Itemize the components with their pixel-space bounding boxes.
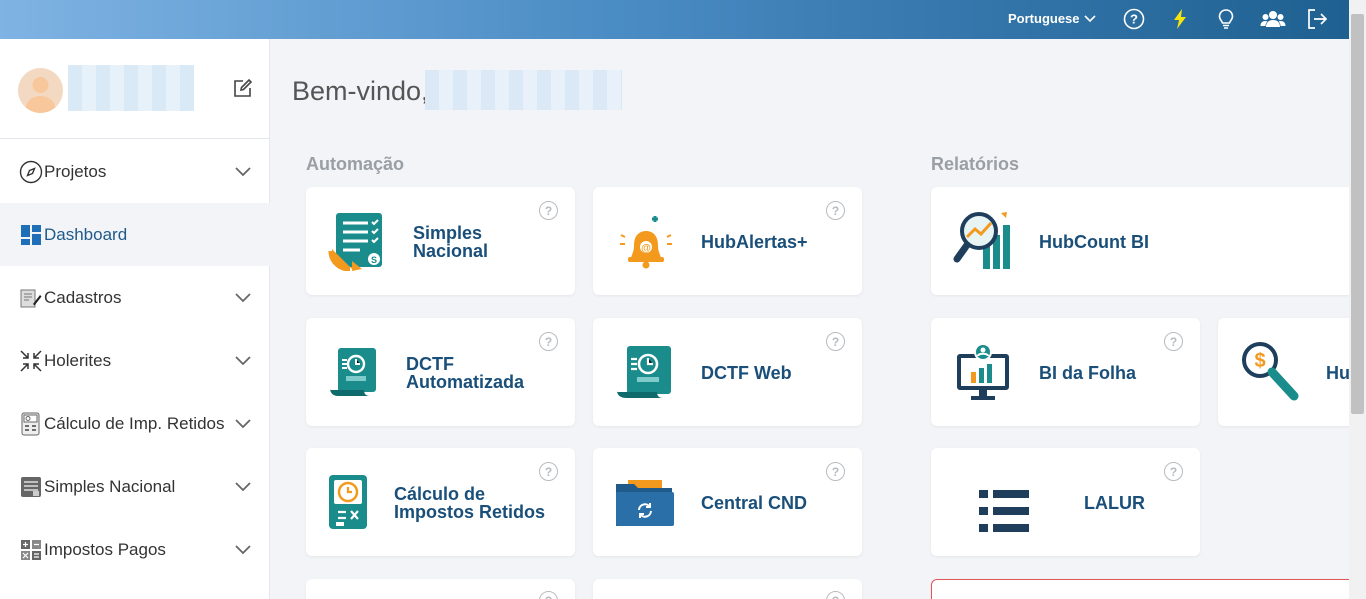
card-partial[interactable]: ? <box>306 579 575 599</box>
chevron-down-icon <box>235 166 251 176</box>
chevron-down-icon <box>235 544 251 554</box>
list-icon <box>979 490 1031 537</box>
checklist-icon: S <box>328 211 388 276</box>
card-label: HubCount BI <box>1039 232 1149 252</box>
scroll-document-icon <box>615 344 675 405</box>
help-icon[interactable]: ? <box>826 462 845 481</box>
card-partial-alert[interactable] <box>931 579 1361 599</box>
card-lalur[interactable]: ? LALUR <box>931 448 1200 556</box>
page-title: Bem-vindo, <box>292 76 429 106</box>
calculator-clock-icon <box>328 474 368 537</box>
card-hub-partial[interactable]: $ Hu <box>1218 318 1361 426</box>
card-calculo-impostos-retidos[interactable]: ? Cálculo de Impostos Retidos <box>306 448 575 556</box>
card-label: Simples Nacional <box>413 223 489 261</box>
help-icon[interactable]: ? <box>1164 332 1183 351</box>
calculator-icon <box>19 538 43 562</box>
chevron-down-icon <box>1083 14 1096 22</box>
money-search-icon: $ <box>1238 340 1300 407</box>
card-central-cnd[interactable]: ? Central CND <box>593 448 862 556</box>
help-icon[interactable]: ? <box>539 591 558 599</box>
chevron-down-icon <box>235 355 251 365</box>
card-bi-da-folha[interactable]: ? BI da Folha <box>931 318 1200 426</box>
lightbulb-icon[interactable] <box>1215 8 1237 30</box>
card-dctf-web[interactable]: ? DCTF Web <box>593 318 862 426</box>
card-hubalertas[interactable]: ? @ HubAlertas+ <box>593 187 862 295</box>
bolt-icon[interactable] <box>1169 8 1191 30</box>
document-list-icon <box>19 475 43 499</box>
card-simples-nacional[interactable]: ? S Simples Nacional <box>306 187 575 295</box>
section-title-relatorios: Relatórios <box>931 154 1020 174</box>
sidebar-item-projetos[interactable]: Projetos <box>0 140 270 203</box>
sidebar-item-label: Cálculo de Imp. Retidos <box>44 413 225 433</box>
card-label: LALUR <box>1084 493 1145 513</box>
card-label: HubAlertas+ <box>701 232 808 252</box>
help-icon[interactable]: ? <box>539 201 558 220</box>
sidebar-item-impostos-pagos[interactable]: Impostos Pagos <box>0 518 270 581</box>
register-icon <box>19 286 43 310</box>
svg-text:?: ? <box>1130 12 1138 27</box>
sidebar-item-label: Holerites <box>44 350 112 370</box>
card-label: Cálculo de Impostos Retidos <box>394 484 546 522</box>
avatar[interactable] <box>18 68 63 113</box>
card-label: Central CND <box>701 493 808 513</box>
user-name-redacted <box>68 65 194 111</box>
sidebar-item-dashboard[interactable]: Dashboard <box>0 203 270 266</box>
scroll-document-icon <box>328 346 380 403</box>
sidebar-item-simples-nacional[interactable]: Simples Nacional <box>0 455 270 518</box>
language-selector[interactable]: Portuguese <box>1008 11 1096 26</box>
compress-icon <box>19 349 43 373</box>
card-dctf-automatizada[interactable]: ? DCTF Automatizada <box>306 318 575 426</box>
dashboard-icon <box>19 223 43 247</box>
sidebar-item-label: Dashboard <box>44 224 128 244</box>
svg-text:@: @ <box>641 243 651 254</box>
card-label: DCTF Web <box>701 363 792 383</box>
help-icon[interactable]: ? <box>1123 8 1145 30</box>
scrollbar-thumb[interactable] <box>1351 14 1364 414</box>
monitor-chart-icon <box>955 342 1011 407</box>
section-title-automacao: Automação <box>306 154 405 174</box>
user-name-redacted <box>425 70 622 110</box>
card-label: Hu <box>1326 363 1350 383</box>
help-icon[interactable]: ? <box>826 332 845 351</box>
chevron-down-icon <box>235 292 251 302</box>
user-profile <box>0 39 269 139</box>
help-icon[interactable]: ? <box>826 591 845 599</box>
help-icon[interactable]: ? <box>539 332 558 351</box>
help-icon[interactable]: ? <box>1164 462 1183 481</box>
compass-icon <box>19 160 43 184</box>
svg-text:$: $ <box>1254 350 1265 372</box>
top-bar: Portuguese ? <box>0 0 1366 39</box>
help-icon[interactable]: ? <box>539 462 558 481</box>
sidebar-item-label: Simples Nacional <box>44 476 176 496</box>
sidebar-item-holerites[interactable]: Holerites <box>0 329 270 392</box>
sidebar: Projetos Dashboard Cadastros Holerites C… <box>0 39 270 599</box>
edit-icon[interactable] <box>232 77 254 99</box>
language-label: Portuguese <box>1008 11 1080 26</box>
sidebar-item-label: Projetos <box>44 161 107 181</box>
svg-text:S: S <box>371 255 377 265</box>
card-label: BI da Folha <box>1039 363 1137 383</box>
calculator-screen-icon <box>19 412 43 436</box>
sidebar-item-label: Impostos Pagos <box>44 539 166 559</box>
alert-bell-icon: @ <box>619 213 673 274</box>
logout-icon[interactable] <box>1306 8 1328 30</box>
sidebar-item-cadastros[interactable]: Cadastros <box>0 266 270 329</box>
chevron-down-icon <box>235 481 251 491</box>
sidebar-item-calculo-imp-retidos[interactable]: Cálculo de Imp. Retidos <box>0 392 270 455</box>
chevron-down-icon <box>235 418 251 428</box>
help-icon[interactable]: ? <box>826 201 845 220</box>
card-partial[interactable]: ? <box>593 579 862 599</box>
card-hubcount-bi[interactable]: HubCount BI <box>931 187 1361 295</box>
magnifier-chart-icon <box>953 209 1013 276</box>
folder-sync-icon <box>614 478 676 533</box>
users-icon[interactable] <box>1260 8 1286 30</box>
sidebar-item-label: Cadastros <box>44 287 122 307</box>
card-label: DCTF Automatizada <box>406 354 525 392</box>
